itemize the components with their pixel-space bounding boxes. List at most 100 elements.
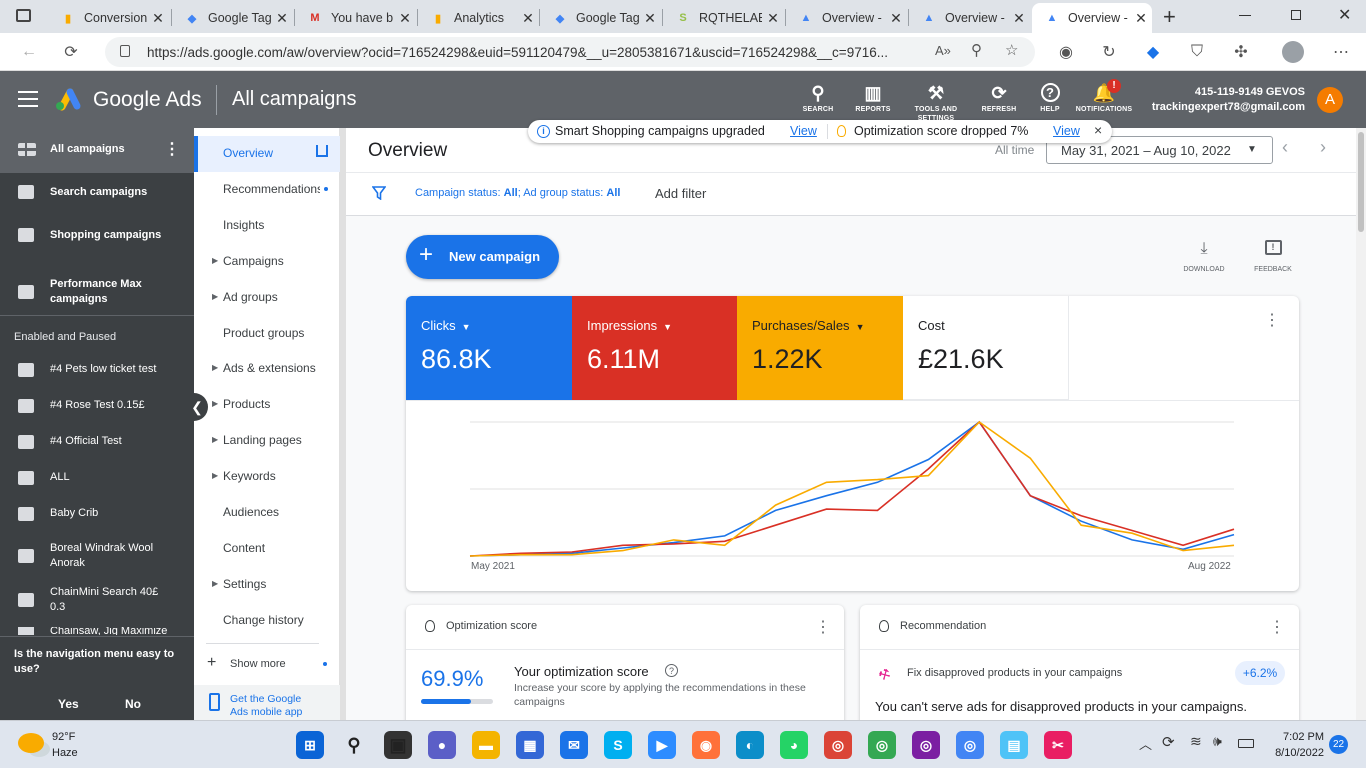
subnav-item-content[interactable]: Content xyxy=(194,538,340,558)
add-filter-button[interactable]: Add filter xyxy=(655,186,706,201)
tab-close-icon[interactable]: ✕ xyxy=(1008,10,1030,27)
file-explorer-icon[interactable]: ▬ xyxy=(472,731,500,759)
tab-close-icon[interactable]: ✕ xyxy=(271,10,293,27)
subnav-item-campaigns[interactable]: ▶ Campaigns xyxy=(194,251,340,271)
filter-status[interactable]: Campaign status: All; Ad group status: A… xyxy=(415,187,620,199)
extension-tag-icon[interactable]: ◆ xyxy=(1142,41,1164,63)
tab-close-icon[interactable]: ✕ xyxy=(762,10,784,27)
more-vert-icon[interactable]: ⋮ xyxy=(164,139,180,159)
previous-period-icon[interactable]: ‹ xyxy=(1282,137,1288,158)
browser-tab[interactable]: ◆ Google Tag ✕ xyxy=(540,3,661,33)
mail-icon[interactable]: ✉ xyxy=(560,731,588,759)
back-icon[interactable]: ← xyxy=(18,41,40,63)
recommendation-item[interactable]: Fix disapproved products in your campaig… xyxy=(907,667,1122,679)
network-icon[interactable]: ⟳ xyxy=(1162,733,1175,751)
download-button[interactable]: ⤓ DOWNLOAD xyxy=(1174,240,1234,273)
tab-close-icon[interactable]: ✕ xyxy=(885,10,907,27)
metric-cost[interactable]: Cost £21.6K xyxy=(903,296,1069,400)
subnav-item-ad-groups[interactable]: ▶ Ad groups xyxy=(194,287,340,307)
tab-close-icon[interactable]: ✕ xyxy=(147,10,169,27)
subnav-item-ads-extensions[interactable]: ▶ Ads & extensions xyxy=(194,358,340,378)
browser-tab[interactable]: ▲ Overview - ✕ xyxy=(909,3,1030,33)
browser-tab[interactable]: ▮ Analytics ✕ xyxy=(418,3,539,33)
clock[interactable]: 7:02 PM 8/10/2022 xyxy=(1262,729,1324,761)
skype-icon[interactable]: S xyxy=(604,731,632,759)
nav-item-all-campaigns[interactable]: All campaigns ⋮ xyxy=(0,139,194,159)
subnav-item-audiences[interactable]: Audiences xyxy=(194,502,340,522)
battery-icon[interactable] xyxy=(1238,739,1254,748)
nav-feedback-yes[interactable]: Yes xyxy=(58,697,79,711)
card-more-icon[interactable]: ⋮ xyxy=(1264,313,1280,329)
filter-icon[interactable] xyxy=(372,186,386,200)
campaign-item[interactable]: Baby Crib xyxy=(0,506,194,521)
metric-impressions[interactable]: Impressions ▼ 6.11M xyxy=(572,296,737,400)
chat-icon[interactable]: ● xyxy=(428,731,456,759)
extensions-icon[interactable]: ✣ xyxy=(1230,41,1252,63)
recommendation-more-icon[interactable]: ⋮ xyxy=(1269,617,1285,637)
nav-item-performance-max-campaigns[interactable]: Performance Max campaigns xyxy=(0,276,194,308)
chrome-icon[interactable]: ◎ xyxy=(824,731,852,759)
restore-icon[interactable] xyxy=(1291,10,1301,20)
browser-tab[interactable]: ▲ Overview - ✕ xyxy=(786,3,907,33)
campaign-item[interactable]: Boreal Windrak Wool Anorak xyxy=(0,541,194,571)
optimization-info-icon[interactable]: ? xyxy=(665,664,678,677)
nav-item-shopping-campaigns[interactable]: Shopping campaigns xyxy=(0,225,194,245)
page-scrollbar-thumb[interactable] xyxy=(1358,132,1364,232)
firefox-icon[interactable]: ◉ xyxy=(692,731,720,759)
page-scrollbar[interactable] xyxy=(1356,128,1366,720)
metric-purchases-sales[interactable]: Purchases/Sales ▼ 1.22K xyxy=(737,296,903,400)
url-bar[interactable]: https://ads.google.com/aw/overview?ocid=… xyxy=(105,37,1035,67)
menu-icon[interactable] xyxy=(18,91,38,107)
subnav-item-products[interactable]: ▶ Products xyxy=(194,394,340,414)
next-period-icon[interactable]: › xyxy=(1320,137,1326,158)
bell-button[interactable]: 🔔 NOTIFICATIONS xyxy=(1072,81,1136,114)
whatsapp-icon[interactable]: ◕ xyxy=(780,731,808,759)
edge-icon[interactable]: ◐ xyxy=(736,731,764,759)
notification-count-badge[interactable]: 22 xyxy=(1329,735,1348,754)
close-window-icon[interactable]: ✕ xyxy=(1338,5,1351,25)
system-tray-chevron-icon[interactable]: ︿ xyxy=(1139,734,1152,753)
reload-icon[interactable]: ⟳ xyxy=(60,41,82,63)
profile-icon[interactable] xyxy=(1282,41,1304,63)
browser-tab[interactable]: ◆ Google Tag ✕ xyxy=(172,3,293,33)
browser-tab[interactable]: ▮ Conversion ✕ xyxy=(48,3,169,33)
browser-tab[interactable]: ▲ Overview - ✕ xyxy=(1032,3,1152,33)
minimize-icon[interactable] xyxy=(1239,15,1251,16)
wifi-icon[interactable]: ≋ xyxy=(1190,733,1202,750)
avatar[interactable]: A xyxy=(1317,87,1343,113)
nav-item-search-campaigns[interactable]: Search campaigns xyxy=(0,182,194,202)
metric-clicks[interactable]: Clicks ▼ 86.8K xyxy=(406,296,572,400)
zoom-icon[interactable]: ▶ xyxy=(648,731,676,759)
chrome-icon[interactable]: ◎ xyxy=(912,731,940,759)
subnav-item-change-history[interactable]: Change history xyxy=(194,610,340,630)
task-view-icon[interactable]: ▣ xyxy=(384,731,412,759)
shield-icon[interactable]: ⛉ xyxy=(1186,41,1208,63)
store-icon[interactable]: ▦ xyxy=(516,731,544,759)
campaign-item[interactable]: #4 Pets low ticket test xyxy=(0,362,194,377)
wrench-button[interactable]: ⚒ TOOLS AND SETTINGS xyxy=(904,81,968,123)
browser-tab[interactable]: M You have b ✕ xyxy=(295,3,416,33)
volume-icon[interactable]: 🕪 xyxy=(1213,733,1222,750)
reports-button[interactable]: ▥ REPORTS xyxy=(841,81,905,114)
optimization-more-icon[interactable]: ⋮ xyxy=(815,617,831,637)
mobile-app-banner[interactable]: Get the Google Ads mobile app xyxy=(194,685,340,720)
weather-icon[interactable] xyxy=(18,733,44,753)
subnav-item-settings[interactable]: ▶ Settings xyxy=(194,574,340,594)
show-more-link[interactable]: Show more xyxy=(230,658,286,670)
subnav-item-keywords[interactable]: ▶ Keywords xyxy=(194,466,340,486)
read-aloud-icon[interactable]: A» xyxy=(935,43,951,58)
tab-close-icon[interactable]: ✕ xyxy=(1130,10,1152,27)
campaign-item[interactable]: #4 Official Test xyxy=(0,434,194,449)
snipping-tool-icon[interactable]: ✂ xyxy=(1044,731,1072,759)
subnav-item-product-groups[interactable]: Product groups xyxy=(194,323,340,343)
new-campaign-button[interactable]: + New campaign xyxy=(406,235,559,279)
optimization-view-link[interactable]: View xyxy=(1053,124,1080,138)
campaign-item[interactable]: Chainsaw, Jig Maximize xyxy=(0,627,194,635)
smart-shopping-view-link[interactable]: View xyxy=(790,124,817,138)
campaign-item[interactable]: ChainMini Search 40£ 0.3 xyxy=(0,586,194,613)
browser-tab[interactable]: S RQTHELAB ✕ xyxy=(663,3,784,33)
extension-icon[interactable]: ◉ xyxy=(1055,41,1077,63)
subnav-item-insights[interactable]: Insights xyxy=(194,215,340,235)
account-info[interactable]: 415-119-9149 GEVOS trackingexpert78@gmai… xyxy=(1140,85,1305,115)
chrome-icon[interactable]: ◎ xyxy=(868,731,896,759)
